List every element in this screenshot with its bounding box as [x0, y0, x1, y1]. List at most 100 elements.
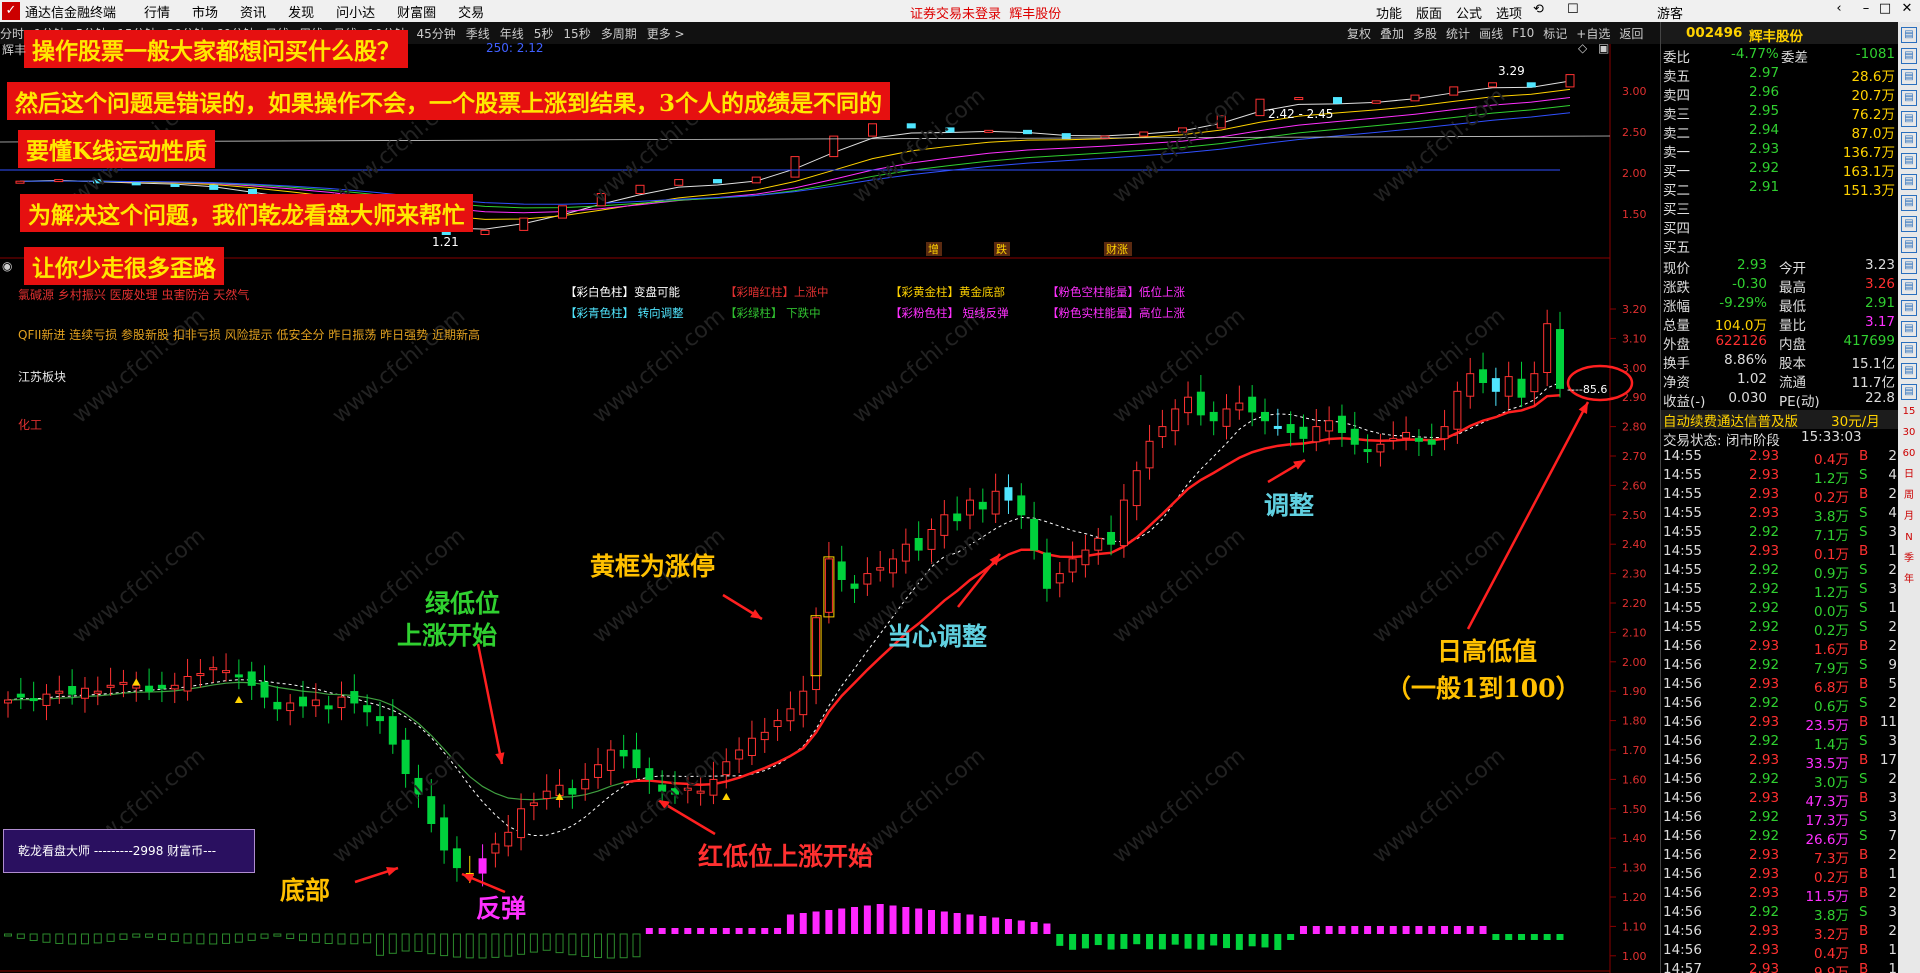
- period-tab[interactable]: 更多 >: [647, 25, 685, 42]
- qianlong-badge[interactable]: 乾龙看盘大师 ---------2998 财富币---: [3, 829, 255, 873]
- period-tab[interactable]: 5秒: [534, 25, 554, 42]
- tick-time: 14:55: [1663, 505, 1702, 521]
- menu-item[interactable]: 交易: [458, 6, 484, 21]
- panel-icon[interactable]: ▣: [1598, 41, 1609, 55]
- strip-period[interactable]: 30: [1901, 426, 1917, 442]
- menu-item[interactable]: 财富圈: [397, 6, 436, 21]
- strip-period[interactable]: 周: [1901, 489, 1917, 505]
- menu-layout[interactable]: 版面: [1416, 3, 1442, 22]
- strip-period[interactable]: 日: [1901, 468, 1917, 484]
- period-tab[interactable]: 多周期: [601, 25, 637, 42]
- tick-volume: 23.5万: [1805, 718, 1849, 734]
- menu-item[interactable]: 问小达: [336, 6, 375, 21]
- annotation-1: 操作股票一般大家都想问买什么股？: [24, 30, 408, 68]
- tool-button[interactable]: +自选: [1576, 25, 1610, 42]
- trend-icon[interactable]: ▤: [1901, 174, 1917, 190]
- tick-time: 14:56: [1663, 676, 1702, 692]
- tick-side: S: [1859, 733, 1868, 749]
- bars-icon[interactable]: ▤: [1901, 237, 1917, 253]
- money-icon[interactable]: ▤: [1901, 153, 1917, 169]
- energy-bar: [504, 933, 513, 957]
- strip-period[interactable]: 月: [1901, 510, 1917, 526]
- candle: [363, 694, 372, 727]
- tick-volume: 6.8万: [1814, 680, 1849, 696]
- tool-button[interactable]: 标记: [1543, 25, 1567, 42]
- refresh-icon[interactable]: ⟲: [1533, 2, 1544, 17]
- pct-icon[interactable]: ▤: [1901, 384, 1917, 400]
- period-tab[interactable]: 季线: [466, 25, 490, 42]
- grid-icon[interactable]: ▤: [1901, 69, 1917, 85]
- tick-row: 14:55 2.93 3.8万 S 4: [1661, 505, 1899, 525]
- list-icon[interactable]: ▤: [1901, 48, 1917, 64]
- stat-value: 0.030: [1728, 390, 1767, 406]
- shield-icon[interactable]: ▤: [1901, 216, 1917, 232]
- user-label[interactable]: 游客: [1657, 3, 1683, 22]
- tick-side: S: [1859, 505, 1868, 521]
- energy-bar: [1146, 934, 1154, 950]
- energy-bar: [145, 933, 154, 938]
- strip-period[interactable]: 年: [1901, 573, 1917, 589]
- login-status[interactable]: 证券交易未登录 辉丰股份: [910, 3, 1061, 22]
- pen-icon[interactable]: ▤: [1901, 342, 1917, 358]
- legend-item: 【彩黄金柱】黄金底部: [890, 285, 1005, 299]
- stat-row: 收益(-) 0.030 PE(动) 22.8: [1661, 390, 1899, 410]
- upper-candle: [906, 123, 916, 129]
- menu-options[interactable]: 选项: [1496, 3, 1522, 22]
- tick-side: S: [1859, 657, 1868, 673]
- legend-item: 【彩白色柱】变盘可能: [565, 285, 680, 299]
- strip-period[interactable]: N: [1901, 531, 1917, 547]
- stat-row: 涨幅 -9.29% 最低 2.91: [1661, 295, 1899, 315]
- strip-period[interactable]: 15: [1901, 405, 1917, 421]
- tool-button[interactable]: 画线: [1479, 25, 1503, 42]
- candle-body: [324, 705, 333, 710]
- tick-count: 3: [1888, 581, 1897, 597]
- menu-item[interactable]: 行情: [144, 6, 170, 21]
- candle: [1196, 375, 1205, 426]
- tick-time: 14:57: [1663, 961, 1702, 973]
- tick-side: S: [1859, 581, 1868, 597]
- candle-body: [1107, 531, 1116, 545]
- signal-marker: [234, 695, 243, 703]
- tool-button[interactable]: 复权: [1347, 25, 1371, 42]
- strip-period[interactable]: 季: [1901, 552, 1917, 568]
- collapse-icon[interactable]: ◉: [2, 259, 12, 273]
- candle: [1055, 562, 1064, 598]
- stat-row: 外盘 622126 内盘 417699: [1661, 333, 1899, 353]
- period-tab[interactable]: 45分钟: [416, 25, 455, 42]
- tool-button[interactable]: 叠加: [1380, 25, 1404, 42]
- period-tab[interactable]: 分时: [0, 25, 24, 42]
- tool-button[interactable]: F10: [1512, 26, 1534, 40]
- back-icon[interactable]: ‹: [1828, 1, 1850, 21]
- candle-body: [1504, 376, 1513, 397]
- tool-button[interactable]: 返回: [1619, 25, 1643, 42]
- kline-icon[interactable]: ▤: [1901, 90, 1917, 106]
- menu-formula[interactable]: 公式: [1456, 3, 1482, 22]
- fin-icon[interactable]: ▤: [1901, 279, 1917, 295]
- fs-icon[interactable]: ▤: [1901, 363, 1917, 379]
- energy-bar: [825, 910, 833, 934]
- maximize-icon[interactable]: □: [1874, 1, 1896, 21]
- stats-icon[interactable]: ▤: [1901, 258, 1917, 274]
- period-tab[interactable]: 年线: [500, 25, 524, 42]
- strip-period[interactable]: 60: [1901, 447, 1917, 463]
- phone-icon[interactable]: ☐: [1567, 2, 1579, 17]
- close-icon[interactable]: ✕: [1896, 1, 1918, 21]
- tool-button[interactable]: 统计: [1446, 25, 1470, 42]
- table-icon[interactable]: ▤: [1901, 132, 1917, 148]
- menu-function[interactable]: 功能: [1376, 3, 1402, 22]
- chart-icon[interactable]: ▤: [1901, 111, 1917, 127]
- cross-icon[interactable]: ▤: [1901, 321, 1917, 337]
- menu-item[interactable]: 市场: [192, 6, 218, 21]
- tool-button[interactable]: 多股: [1413, 25, 1437, 42]
- news-icon[interactable]: ▤: [1901, 195, 1917, 211]
- tick-volume: 47.3万: [1805, 794, 1849, 810]
- menu-item[interactable]: 发现: [288, 6, 314, 21]
- candle: [645, 757, 654, 794]
- share-icon[interactable]: ▤: [1901, 27, 1917, 43]
- menu-item[interactable]: 资讯: [240, 6, 266, 21]
- period-tab[interactable]: 15秒: [563, 25, 590, 42]
- candle-body: [1479, 369, 1488, 383]
- diamond-icon[interactable]: ◇: [1578, 41, 1587, 55]
- tick-side: S: [1859, 619, 1868, 635]
- rsi-icon[interactable]: ▤: [1901, 300, 1917, 316]
